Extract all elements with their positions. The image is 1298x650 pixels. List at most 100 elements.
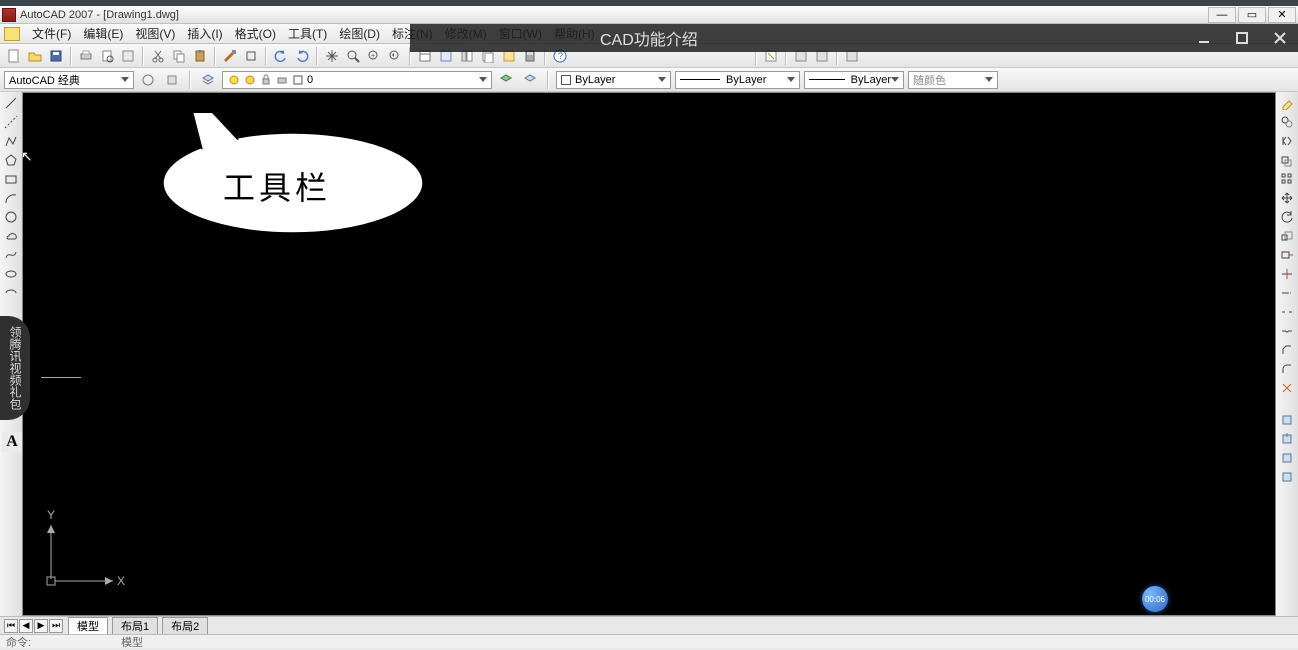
cut-button[interactable] [148,46,168,66]
erase-tool[interactable] [1278,94,1296,112]
menu-file[interactable]: 文件(F) [26,25,77,42]
lineweight-combo[interactable]: ByLayer [804,71,904,89]
chamfer-tool[interactable] [1278,341,1296,359]
menu-edit[interactable]: 编辑(E) [77,25,129,42]
layer-states-button[interactable] [520,70,540,90]
scale-tool[interactable] [1278,227,1296,245]
construction-line-tool[interactable] [2,113,20,131]
explode-tool[interactable] [1278,379,1296,397]
rotate-tool[interactable] [1278,208,1296,226]
caret-down-icon [787,77,795,82]
tab-model[interactable]: 模型 [68,617,108,634]
workspace-combo[interactable]: AutoCAD 经典 [4,71,134,89]
color-combo[interactable]: ByLayer [556,71,671,89]
overlay-maximize-button[interactable] [1232,28,1252,48]
undo-button[interactable] [271,46,291,66]
rectangle-tool[interactable] [2,170,20,188]
tab-layout1[interactable]: 布局1 [112,617,158,634]
make-block-tool[interactable] [1278,411,1296,429]
layer-combo[interactable]: 0 [222,71,492,89]
command-strip: 命令: 模型 [0,634,1298,648]
circle-tool[interactable] [2,208,20,226]
caret-down-icon [891,77,899,82]
polyline-tool[interactable] [2,132,20,150]
app-title-text: AutoCAD 2007 - [Drawing1.dwg] [20,9,179,21]
layer-combo-text: 0 [307,74,313,86]
paste-button[interactable] [190,46,210,66]
zoom-window-button[interactable]: + [364,46,384,66]
layer-on-icon [227,73,241,87]
tab-prev-button[interactable]: ◀ [19,619,33,633]
overlay-close-button[interactable] [1270,28,1290,48]
block-editor-button[interactable] [241,46,261,66]
layer-properties-button[interactable] [198,70,218,90]
minimize-button[interactable]: ― [1208,7,1236,23]
trim-tool[interactable] [1278,265,1296,283]
cursor-arrow-icon: ↖ [22,148,33,165]
ellipse-tool[interactable] [2,265,20,283]
fillet-tool[interactable] [1278,360,1296,378]
revision-cloud-tool[interactable] [2,227,20,245]
main-area: ↖ 工具栏 Y X [0,92,1298,616]
menu-view[interactable]: 视图(V) [129,25,181,42]
color-combo-text: ByLayer [575,74,615,86]
array-tool[interactable] [1278,170,1296,188]
edit-attribute-tool[interactable] [1278,449,1296,467]
polygon-tool[interactable] [2,151,20,169]
svg-text:+: + [371,53,375,60]
extend-tool[interactable] [1278,284,1296,302]
pan-button[interactable] [322,46,342,66]
overlay-minimize-button[interactable] [1194,28,1214,48]
copy-tool[interactable] [1278,113,1296,131]
video-timestamp-badge[interactable]: 00:06 [1142,586,1168,612]
menu-format[interactable]: 格式(O) [229,25,282,42]
app-menu-icon[interactable] [4,27,20,41]
svg-text:?: ? [558,51,563,61]
copy-button[interactable] [169,46,189,66]
menu-tools[interactable]: 工具(T) [282,25,333,42]
tab-next-button[interactable]: ▶ [34,619,48,633]
offset-tool[interactable] [1278,151,1296,169]
tab-last-button[interactable]: ⏭ [49,619,63,633]
stretch-tool[interactable] [1278,246,1296,264]
match-properties-button[interactable] [220,46,240,66]
workspace-save-button[interactable] [162,70,182,90]
arc-tool[interactable] [2,189,20,207]
line-tool[interactable] [2,94,20,112]
linetype-combo[interactable]: ByLayer [675,71,800,89]
plot-preview-button[interactable] [97,46,117,66]
zoom-realtime-button[interactable] [343,46,363,66]
workspace-settings-button[interactable] [138,70,158,90]
layer-color-swatch [291,73,305,87]
move-tool[interactable] [1278,189,1296,207]
promo-tab[interactable]: 领腾讯视频礼包 [0,316,30,420]
sync-attribute-tool[interactable] [1278,468,1296,486]
save-button[interactable] [46,46,66,66]
text-tool-a-icon[interactable]: A [2,432,22,452]
maximize-button[interactable]: ▭ [1238,7,1266,23]
layer-previous-button[interactable] [496,70,516,90]
plotstyle-combo[interactable]: 随颜色 [908,71,998,89]
break-tool[interactable] [1278,303,1296,321]
linetype-sample-icon [680,79,720,80]
plot-button[interactable] [76,46,96,66]
toolbar-separator [316,47,318,65]
toolbar-separator [189,71,191,89]
publish-button[interactable] [118,46,138,66]
mirror-tool[interactable] [1278,132,1296,150]
tab-first-button[interactable]: ⏮ [4,619,18,633]
join-tool[interactable] [1278,322,1296,340]
menu-insert[interactable]: 插入(I) [181,25,228,42]
zoom-previous-button[interactable] [385,46,405,66]
drawing-canvas[interactable]: ↖ 工具栏 Y X [22,92,1276,616]
close-button[interactable]: ✕ [1268,7,1296,23]
menu-draw[interactable]: 绘图(D) [333,25,386,42]
layout-tabs-bar: ⏮ ◀ ▶ ⏭ 模型 布局1 布局2 [0,616,1298,634]
redo-button[interactable] [292,46,312,66]
open-button[interactable] [25,46,45,66]
insert-block-tool[interactable] [1278,430,1296,448]
spline-tool[interactable] [2,246,20,264]
new-button[interactable] [4,46,24,66]
ellipse-arc-tool[interactable] [2,284,20,302]
tab-layout2[interactable]: 布局2 [162,617,208,634]
